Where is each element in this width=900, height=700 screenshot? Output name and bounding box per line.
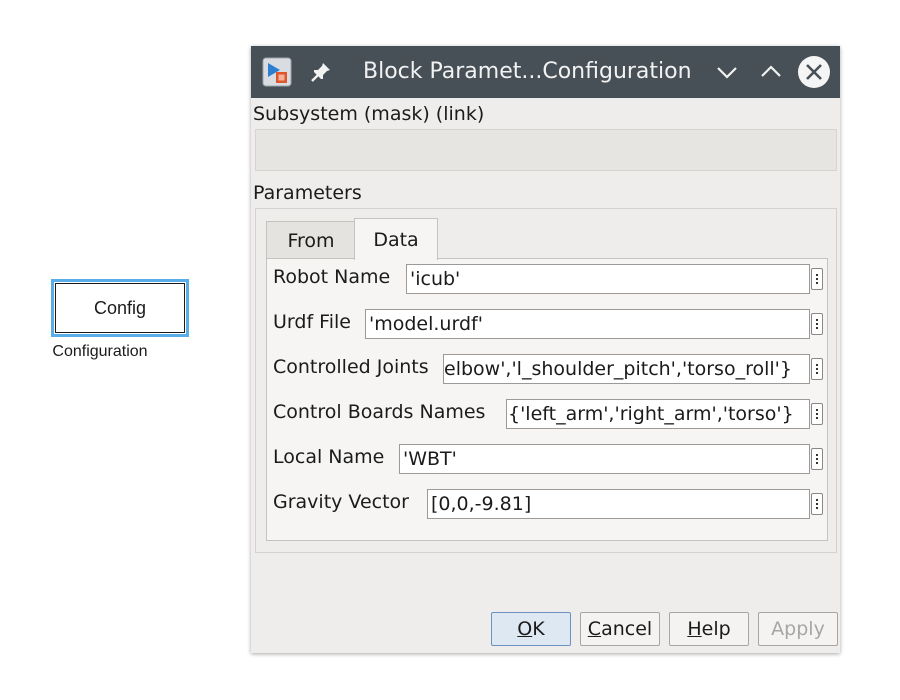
- cancel-mnemonic: C: [587, 618, 602, 640]
- data-tab-panel: Robot Name 'icub' Urdf File 'model.urdf'…: [266, 258, 828, 541]
- tab-from[interactable]: From: [266, 221, 356, 259]
- subsystem-description-box: [255, 129, 837, 171]
- close-icon: [806, 64, 822, 80]
- dialog-title: Block Paramet...Configuration: [363, 59, 692, 84]
- controlled-joints-label: Controlled Joints: [273, 356, 429, 378]
- robot-name-field[interactable]: 'icub': [406, 264, 810, 294]
- block-selection-outline: Config: [51, 279, 189, 337]
- block-body[interactable]: Config: [55, 283, 185, 333]
- control-boards-names-label: Control Boards Names: [273, 401, 486, 423]
- cancel-label-rest: ancel: [601, 618, 653, 640]
- block-caption[interactable]: Configuration: [20, 343, 180, 361]
- help-label-rest: elp: [701, 618, 731, 640]
- apply-button[interactable]: Apply: [758, 612, 838, 646]
- block-parameters-dialog: Block Paramet...Configuration Subsystem …: [251, 46, 840, 653]
- block-label: Config: [93, 297, 147, 318]
- help-mnemonic: H: [687, 618, 702, 640]
- parameters-group: From Data Robot Name 'icub' Urdf File 'm…: [255, 208, 837, 553]
- more-options-icon[interactable]: [811, 403, 823, 425]
- ok-label-rest: K: [532, 618, 545, 640]
- cancel-button[interactable]: Cancel: [580, 612, 660, 646]
- more-options-icon[interactable]: [811, 313, 823, 335]
- local-name-field[interactable]: 'WBT': [399, 444, 810, 474]
- pin-icon[interactable]: [309, 60, 333, 84]
- robot-name-label: Robot Name: [273, 266, 391, 288]
- urdf-file-label: Urdf File: [273, 311, 351, 333]
- urdf-file-field[interactable]: 'model.urdf': [365, 309, 810, 339]
- more-options-icon[interactable]: [811, 358, 823, 380]
- ok-button[interactable]: OK: [491, 612, 571, 646]
- close-button[interactable]: [798, 56, 830, 88]
- local-name-label: Local Name: [273, 446, 385, 468]
- config-block[interactable]: Config: [51, 279, 189, 339]
- controlled-joints-field[interactable]: elbow','l_shoulder_pitch','torso_roll'}: [443, 354, 810, 384]
- parameters-label: Parameters: [253, 182, 362, 204]
- titlebar[interactable]: Block Paramet...Configuration: [251, 46, 840, 98]
- more-options-icon[interactable]: [811, 493, 823, 515]
- tab-data[interactable]: Data: [354, 218, 438, 260]
- more-options-icon[interactable]: [811, 268, 823, 290]
- ok-mnemonic: O: [517, 618, 533, 640]
- chevron-down-icon[interactable]: [713, 58, 741, 86]
- chevron-up-icon[interactable]: [757, 58, 785, 86]
- more-options-icon[interactable]: [811, 448, 823, 470]
- gravity-vector-label: Gravity Vector: [273, 491, 409, 513]
- help-button[interactable]: Help: [669, 612, 749, 646]
- control-boards-names-field[interactable]: {'left_arm','right_arm','torso'}: [506, 399, 810, 429]
- gravity-vector-field[interactable]: [0,0,-9.81]: [427, 489, 810, 519]
- simulink-app-icon[interactable]: [262, 57, 292, 87]
- subsystem-label: Subsystem (mask) (link): [253, 103, 485, 125]
